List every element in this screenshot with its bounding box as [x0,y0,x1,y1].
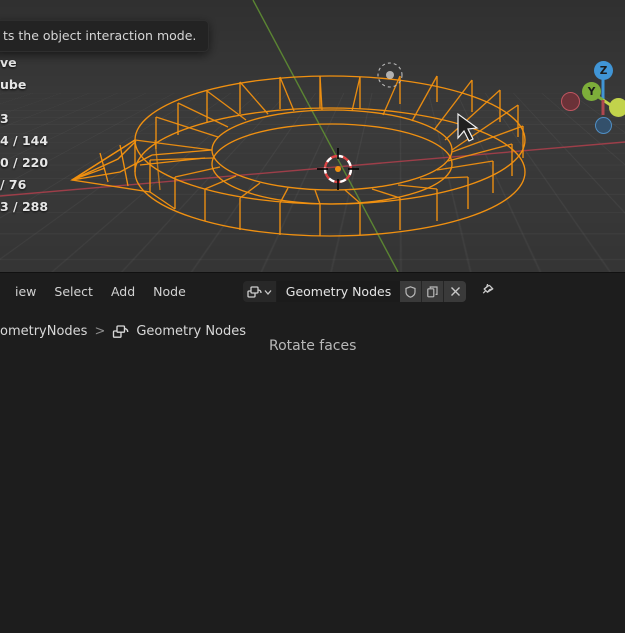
mouse-cursor [457,112,479,142]
3d-cursor [317,148,359,190]
3d-viewport[interactable]: ve ube 3 4 / 144 0 / 220 / 76 3 / 288 ts… [0,0,625,272]
shield-icon [405,285,416,298]
menu-add[interactable]: Add [102,280,144,303]
empty-object [377,62,403,88]
menu-view[interactable]: iew [6,280,45,303]
node-tree-name[interactable]: Geometry Nodes [276,281,401,302]
navigation-gizmo[interactable]: Z Y [541,40,625,134]
node-tree-browse-button[interactable] [242,281,277,302]
fake-user-button[interactable] [400,281,423,302]
gizmo-axis-label: Z [599,64,608,77]
tooltip: ts the object interaction mode. [0,20,210,52]
menu-node[interactable]: Node [144,280,195,303]
blender-window: ve ube 3 4 / 144 0 / 220 / 76 3 / 288 ts… [0,0,625,633]
gizmo-axis-label: Y [587,85,596,98]
tooltip-text: ts the object interaction mode. [3,28,197,43]
pin-icon [482,284,494,294]
gizmo-axis-z[interactable]: Z [594,61,613,80]
duplicate-icon [427,285,438,297]
node-tree-icon [247,285,262,298]
duplicate-button[interactable] [422,281,445,302]
node-editor-canvas[interactable]: ometryNodes > Geometry Nodes Rotate face… [0,310,625,633]
node-tree-datablock[interactable]: Geometry Nodes [242,281,467,302]
node-editor-header: iew Select Add Node Geometry Nodes [0,272,625,310]
chevron-down-icon [264,289,272,295]
unlink-button[interactable] [444,281,467,302]
node-links [0,310,625,633]
menu-select[interactable]: Select [45,280,102,303]
gizmo-axis-neg-x[interactable] [561,92,580,111]
gizmo-axis-y[interactable]: Y [582,82,601,101]
close-icon [450,287,460,296]
gizmo-axis-x[interactable] [609,98,625,117]
pin-button[interactable] [477,282,497,302]
gizmo-axis-neg-z[interactable] [595,117,612,134]
